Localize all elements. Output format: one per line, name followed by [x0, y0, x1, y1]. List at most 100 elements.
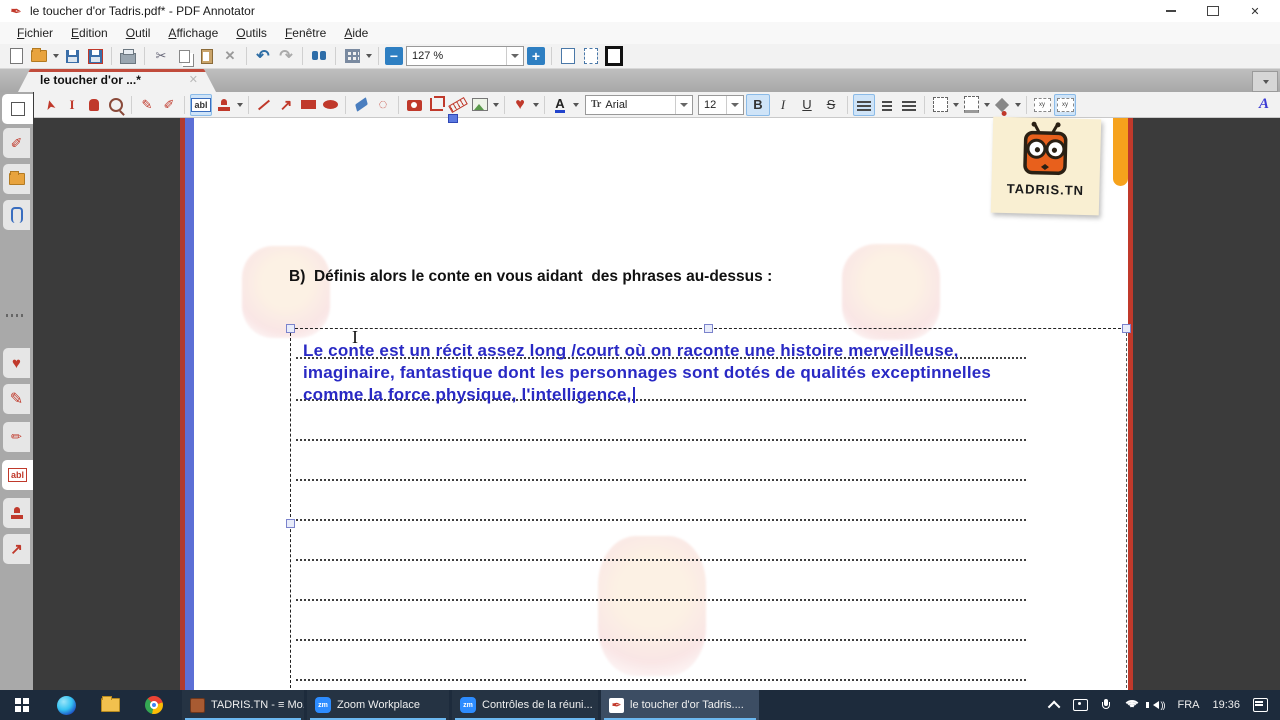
- tray-expand-icon[interactable]: [1048, 700, 1061, 713]
- redo-button[interactable]: ↷: [276, 46, 296, 66]
- ellipse-tool-button[interactable]: [320, 95, 340, 115]
- menu-affichage[interactable]: Affichage: [159, 22, 227, 44]
- underline-button[interactable]: U: [796, 95, 818, 115]
- menu-outil[interactable]: Outil: [117, 22, 160, 44]
- fit-width-button[interactable]: [581, 46, 601, 66]
- sidebar-pages-tab[interactable]: [2, 94, 33, 124]
- zoom-in-button[interactable]: +: [527, 47, 545, 65]
- screen-share-icon[interactable]: [1073, 699, 1088, 711]
- new-document-button[interactable]: [6, 46, 26, 66]
- zoom-level-combobox[interactable]: 127 %: [406, 46, 524, 66]
- document-tab[interactable]: le toucher d'or ...* ✕: [18, 69, 216, 92]
- text-select-tool-button[interactable]: I: [62, 95, 82, 115]
- zoom-tool-button[interactable]: [106, 95, 126, 115]
- microphone-icon[interactable]: [1101, 699, 1111, 712]
- fit-page-button[interactable]: [558, 46, 578, 66]
- tab-close-icon[interactable]: ✕: [189, 73, 198, 86]
- sidebar-stamp-tab[interactable]: [3, 498, 30, 528]
- font-color-dropdown-icon[interactable]: [573, 103, 579, 107]
- font-size-dropdown-icon[interactable]: [726, 96, 743, 114]
- answer-text-line-1[interactable]: Le conte est un récit assez long /court …: [303, 341, 959, 361]
- select-tool-button[interactable]: ➤: [40, 95, 60, 115]
- print-button[interactable]: [118, 46, 138, 66]
- italic-button[interactable]: I: [772, 95, 794, 115]
- box-style-dropdown-icon[interactable]: [984, 103, 990, 107]
- arrow-tool-button[interactable]: ↗: [276, 95, 296, 115]
- sidebar-files-tab[interactable]: [3, 164, 30, 194]
- copy-button[interactable]: [174, 46, 194, 66]
- sidebar-text-tool-tab[interactable]: abl: [2, 460, 33, 490]
- sidebar-pencil-tab[interactable]: ✏: [3, 422, 30, 452]
- border-style-dropdown-icon[interactable]: [953, 103, 959, 107]
- autosize-on-button[interactable]: xy: [1054, 94, 1076, 116]
- strikethrough-button[interactable]: S: [820, 95, 842, 115]
- autosize-off-button[interactable]: xy: [1032, 95, 1052, 115]
- textbox-border-right[interactable]: [1126, 328, 1127, 688]
- font-family-dropdown-icon[interactable]: [675, 96, 692, 114]
- tab-list-dropdown-button[interactable]: [1252, 71, 1278, 92]
- text-tool-button[interactable]: abl: [190, 94, 212, 116]
- box-style-button[interactable]: [961, 95, 981, 115]
- wifi-icon[interactable]: [1124, 699, 1140, 711]
- fill-color-dropdown-icon[interactable]: [1015, 103, 1021, 107]
- crop-button[interactable]: [426, 95, 446, 115]
- menu-fichier[interactable]: Fichier: [8, 22, 62, 44]
- menu-edition[interactable]: Edition: [62, 22, 117, 44]
- selection-handle-top-middle[interactable]: [704, 324, 713, 333]
- answer-text-line-2[interactable]: imaginaire, fantastique dont les personn…: [303, 363, 991, 383]
- full-page-view-button[interactable]: [604, 46, 624, 66]
- selection-handle-top-right[interactable]: [1122, 324, 1131, 333]
- action-center-icon[interactable]: [1253, 698, 1268, 712]
- line-tool-button[interactable]: [254, 95, 274, 115]
- rectangle-tool-button[interactable]: [298, 95, 318, 115]
- answer-text-line-3[interactable]: comme la force physique, l'intelligence,: [303, 385, 635, 405]
- zoom-dropdown-icon[interactable]: [506, 47, 523, 65]
- language-indicator[interactable]: FRA: [1177, 699, 1199, 711]
- menu-outils[interactable]: Outils: [227, 22, 276, 44]
- selection-handle-middle-left[interactable]: [286, 519, 295, 528]
- fill-color-button[interactable]: [992, 95, 1012, 115]
- page-layout-dropdown-icon[interactable]: [366, 54, 372, 58]
- eraser-tool-button[interactable]: [351, 95, 371, 115]
- font-family-combobox[interactable]: Tr Arial: [585, 95, 693, 115]
- taskbar-button-tadris[interactable]: TADRIS.TN - ≡ Mo...: [182, 690, 304, 720]
- insert-image-dropdown-icon[interactable]: [493, 103, 499, 107]
- sidebar-arrow-tab[interactable]: ↗: [3, 534, 30, 564]
- delete-button[interactable]: ✕: [220, 46, 240, 66]
- bold-button[interactable]: B: [746, 94, 770, 116]
- save-as-button[interactable]: [85, 46, 105, 66]
- chrome-launcher[interactable]: [132, 690, 176, 720]
- sidebar-bookmarks-tab[interactable]: ✐: [3, 128, 30, 158]
- search-button[interactable]: [309, 46, 329, 66]
- close-button[interactable]: ✕: [1234, 0, 1276, 22]
- text-direction-button[interactable]: A: [1254, 95, 1274, 115]
- taskbar-button-pdf-annotator[interactable]: ✒ le toucher d'or Tadris....: [601, 690, 759, 720]
- page-layout-button[interactable]: [342, 46, 362, 66]
- undo-button[interactable]: ↶: [253, 46, 273, 66]
- paste-button[interactable]: [197, 46, 217, 66]
- sidebar-pen-tab[interactable]: ✎: [3, 384, 30, 414]
- cut-button[interactable]: ✂: [151, 46, 171, 66]
- open-dropdown-icon[interactable]: [53, 54, 59, 58]
- stamp-tool-button[interactable]: [214, 95, 234, 115]
- measure-button[interactable]: [448, 95, 468, 115]
- volume-icon[interactable]: )): [1153, 700, 1164, 710]
- insert-image-button[interactable]: [470, 95, 490, 115]
- open-button[interactable]: [29, 46, 49, 66]
- border-style-button[interactable]: [930, 95, 950, 115]
- font-color-button[interactable]: A: [550, 95, 570, 115]
- menu-aide[interactable]: Aide: [335, 22, 377, 44]
- snapshot-button[interactable]: [404, 95, 424, 115]
- zoom-out-button[interactable]: −: [385, 47, 403, 65]
- menu-fenetre[interactable]: Fenêtre: [276, 22, 335, 44]
- align-right-button[interactable]: [899, 95, 919, 115]
- sidebar-attachments-tab[interactable]: [3, 200, 30, 230]
- clock[interactable]: 19:36: [1212, 699, 1240, 711]
- favorites-button[interactable]: ♥: [510, 95, 530, 115]
- minimize-button[interactable]: [1150, 0, 1192, 22]
- file-explorer-launcher[interactable]: [88, 690, 132, 720]
- align-center-button[interactable]: [877, 95, 897, 115]
- start-button[interactable]: [0, 690, 44, 720]
- taskbar-button-zoom[interactable]: zm Zoom Workplace: [307, 690, 449, 720]
- pan-tool-button[interactable]: [84, 95, 104, 115]
